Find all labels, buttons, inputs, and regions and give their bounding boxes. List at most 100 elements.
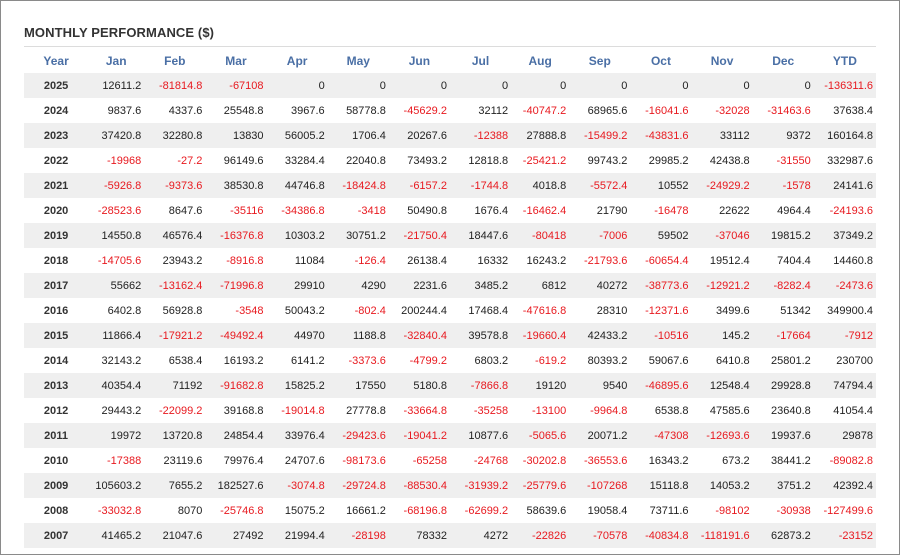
month-value-cell: 44970 <box>294 329 325 342</box>
ytd-cell: -127499.6 <box>823 504 873 517</box>
ytd-cell: -136311.6 <box>824 79 873 92</box>
month-value-cell: -32028 <box>715 104 750 117</box>
month-value-cell: -70578 <box>593 529 628 542</box>
month-value-cell: -40747.2 <box>522 104 567 117</box>
month-value-cell: -9964.8 <box>590 404 628 417</box>
month-value-cell: 23640.8 <box>771 404 811 417</box>
month-value-cell: -7006 <box>599 229 628 242</box>
month-value-cell: -3373.6 <box>348 354 386 367</box>
month-value-cell: 27778.8 <box>346 404 386 417</box>
performance-panel: MONTHLY PERFORMANCE ($) Year Jan Feb Mar Apr… <box>0 0 900 555</box>
month-value-cell: 24707.6 <box>284 454 325 467</box>
month-value-cell: -9373.6 <box>165 179 203 192</box>
ytd-cell: -7912 <box>844 329 873 342</box>
month-value-cell: -12921.2 <box>706 279 750 292</box>
month-value-cell: 15118.8 <box>649 479 689 492</box>
month-value-cell: -126.4 <box>354 254 386 267</box>
table-row: 2015 11866.4 -17921.2 -49492.4 44970 1188.8 -3… <box>24 323 876 348</box>
month-value-cell: 15825.2 <box>284 379 325 392</box>
month-value-cell: -35116 <box>230 204 264 217</box>
month-value-cell: -18424.8 <box>342 179 386 192</box>
month-value-cell: -1578 <box>782 179 811 192</box>
panel-title: MONTHLY PERFORMANCE ($) <box>24 25 215 40</box>
month-value-cell: -12693.6 <box>706 429 750 442</box>
year-cell: 2008 <box>43 504 69 517</box>
month-value-cell: -40834.8 <box>645 529 689 542</box>
month-value-cell: 40354.4 <box>101 379 142 392</box>
column-header-sep: Sep <box>588 54 611 68</box>
month-value-cell: 33284.4 <box>284 154 325 167</box>
month-value-cell: 41465.2 <box>101 529 142 542</box>
month-value-cell: 46576.4 <box>162 229 203 242</box>
month-value-cell: 10303.2 <box>284 229 325 242</box>
month-value-cell: -25779.6 <box>522 479 567 492</box>
month-value-cell: 68965.6 <box>587 104 628 117</box>
month-value-cell: -8916.8 <box>226 254 264 267</box>
ytd-cell: -89082.8 <box>829 454 873 467</box>
month-value-cell: 4964.4 <box>777 204 811 217</box>
ytd-cell: -24193.6 <box>829 204 873 217</box>
ytd-cell: 332987.6 <box>827 154 873 167</box>
month-value-cell: -31463.6 <box>767 104 811 117</box>
title-divider <box>24 46 876 47</box>
month-value-cell: 58778.8 <box>346 104 386 117</box>
month-value-cell: 19058.4 <box>587 504 628 517</box>
month-value-cell: -17664 <box>776 329 811 342</box>
year-cell: 2021 <box>43 179 69 192</box>
month-value-cell: -15499.2 <box>583 129 628 142</box>
column-header-year: Year <box>43 54 69 68</box>
month-value-cell: -3074.8 <box>287 479 325 492</box>
ytd-cell: 42392.4 <box>833 479 873 492</box>
month-value-cell: 79976.4 <box>223 454 264 467</box>
column-header-mar: Mar <box>225 54 247 68</box>
column-header-may: May <box>346 54 370 68</box>
month-value-cell: -88530.4 <box>403 479 447 492</box>
month-value-cell: 12818.8 <box>468 154 509 167</box>
month-value-cell: -36553.6 <box>583 454 628 467</box>
year-cell: 2019 <box>43 229 69 242</box>
month-value-cell: -46895.6 <box>645 379 689 392</box>
month-value-cell: 6402.8 <box>107 304 142 317</box>
month-value-cell: -1744.8 <box>470 179 509 192</box>
month-value-cell: -71996.8 <box>220 279 264 292</box>
month-value-cell: 0 <box>318 79 325 92</box>
month-value-cell: 6538.8 <box>654 404 689 417</box>
month-value-cell: 6141.2 <box>291 354 325 367</box>
month-value-cell: -5572.4 <box>590 179 628 192</box>
month-value-cell: -16478 <box>654 204 689 217</box>
year-cell: 2017 <box>43 279 69 292</box>
month-value-cell: 59502 <box>657 229 689 242</box>
month-value-cell: 19120 <box>535 379 567 392</box>
month-value-cell: 21994.4 <box>284 529 325 542</box>
ytd-cell: 74794.4 <box>833 379 873 392</box>
month-value-cell: 4290 <box>361 279 386 292</box>
year-cell: 2013 <box>43 379 69 392</box>
month-value-cell: 15075.2 <box>284 504 325 517</box>
month-value-cell: -107268 <box>587 479 628 492</box>
month-value-cell: -49492.4 <box>220 329 264 342</box>
year-cell: 2022 <box>43 154 69 167</box>
month-value-cell: -8282.4 <box>773 279 811 292</box>
month-value-cell: 6410.8 <box>716 354 750 367</box>
month-value-cell: -4799.2 <box>409 354 447 367</box>
month-value-cell: 50043.2 <box>284 304 325 317</box>
month-value-cell: 62873.2 <box>771 529 811 542</box>
month-value-cell: -118191.6 <box>700 529 750 542</box>
month-value-cell: 58639.6 <box>526 504 567 517</box>
month-value-cell: 29928.8 <box>771 379 811 392</box>
month-value-cell: 14053.2 <box>709 479 750 492</box>
month-value-cell: 19972 <box>110 429 142 442</box>
month-value-cell: 4018.8 <box>532 179 567 192</box>
year-cell: 2016 <box>43 304 69 317</box>
month-value-cell: 56928.8 <box>162 304 203 317</box>
month-value-cell: -28198 <box>351 529 386 542</box>
column-header-dec: Dec <box>772 54 795 68</box>
month-value-cell: 0 <box>682 79 689 92</box>
month-value-cell: 32280.8 <box>162 129 203 142</box>
month-value-cell: -27.2 <box>177 154 203 167</box>
month-value-cell: 33976.4 <box>284 429 325 442</box>
month-value-cell: -31550 <box>776 154 811 167</box>
year-cell: 2018 <box>43 254 69 267</box>
year-cell: 2020 <box>43 204 69 217</box>
month-value-cell: -5926.8 <box>103 179 142 192</box>
